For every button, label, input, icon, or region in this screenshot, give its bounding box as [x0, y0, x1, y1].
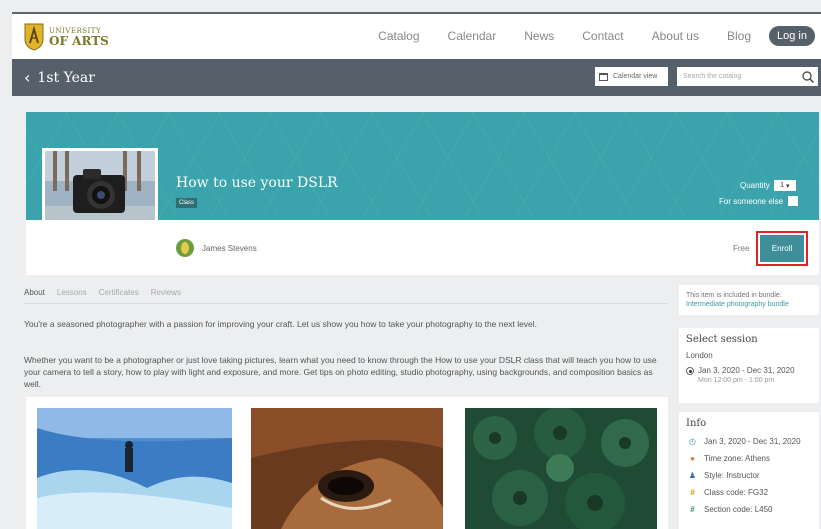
author-name: James Stevens — [202, 243, 257, 253]
nav-about-us[interactable]: About us — [652, 29, 699, 43]
course-info-bar — [26, 220, 819, 275]
course-title: How to use your DSLR — [176, 175, 338, 191]
session-radio[interactable] — [686, 367, 694, 375]
select-session-card: Select session London Jan 3, 2020 - Dec … — [679, 328, 819, 403]
session-time: Mon 12:00 pm - 1:00 pm — [698, 377, 775, 384]
nav-news[interactable]: News — [524, 29, 554, 43]
for-someone-else: For someone else — [719, 196, 799, 206]
info-card: Info ◴ Jan 3, 2020 - Dec 31, 2020 ● Time… — [679, 412, 819, 529]
enroll-button[interactable]: Enroll — [760, 235, 804, 262]
calendar-view-button[interactable]: Calendar view — [595, 67, 668, 86]
login-button[interactable]: Log in — [769, 26, 815, 46]
search-icon[interactable] — [800, 69, 816, 85]
price-label: Free — [733, 244, 750, 253]
session-city: London — [686, 351, 713, 360]
gallery-image-horse[interactable] — [251, 408, 443, 529]
session-option[interactable]: Jan 3, 2020 - Dec 31, 2020 — [686, 366, 812, 375]
info-timezone: Time zone: Athens — [704, 454, 770, 463]
tab-reviews[interactable]: Reviews — [151, 288, 181, 304]
bundle-text: This item is included in bundle: — [686, 292, 782, 299]
ice-cave-image — [37, 408, 232, 529]
university-logo[interactable]: UNIVERSITY OF ARTS — [24, 22, 109, 52]
quantity-select[interactable]: 1 ▾ — [773, 180, 796, 191]
info-section-code: Section code: L450 — [704, 505, 773, 514]
nav-blog[interactable]: Blog — [727, 29, 751, 43]
info-section-code-row: # Section code: L450 — [686, 505, 812, 514]
tab-about[interactable]: About — [24, 288, 45, 304]
info-date-row: ◴ Jan 3, 2020 - Dec 31, 2020 — [686, 437, 812, 446]
forest-aerial-image — [465, 408, 657, 529]
calendar-view-label: Calendar view — [613, 73, 658, 80]
nav-contact[interactable]: Contact — [582, 29, 623, 43]
about-paragraph-1: You're a seasoned photographer with a pa… — [24, 319, 538, 329]
back-link-label: 1st Year — [37, 69, 95, 86]
user-icon: ♟ — [688, 471, 697, 480]
info-title: Info — [686, 418, 707, 429]
for-someone-else-label: For someone else — [719, 196, 784, 206]
info-class-code: Class code: FG32 — [704, 488, 769, 497]
globe-icon: ● — [690, 454, 695, 463]
class-badge: Class — [176, 198, 198, 208]
chevron-left-icon: ‹ — [24, 68, 31, 87]
horse-eye-image — [251, 408, 443, 529]
logo-line-2: OF ARTS — [49, 33, 109, 48]
tab-certificates[interactable]: Certificates — [99, 288, 139, 304]
bundle-link[interactable]: Intermediate photography bundle — [686, 300, 812, 309]
nav-calendar[interactable]: Calendar — [448, 29, 497, 43]
hash-icon: # — [690, 488, 695, 497]
quantity-control: Quantity 1 ▾ — [740, 180, 796, 191]
course-tabs: About Lessons Certificates Reviews — [24, 288, 193, 304]
session-title: Select session — [686, 334, 758, 345]
author[interactable]: James Stevens — [176, 239, 257, 257]
shield-logo-icon — [24, 23, 44, 51]
camera-photo-icon — [45, 151, 155, 231]
tab-lessons[interactable]: Lessons — [57, 288, 87, 304]
calendar-icon — [599, 72, 608, 81]
nav-catalog[interactable]: Catalog — [378, 29, 419, 43]
back-link[interactable]: ‹ 1st Year — [24, 68, 95, 87]
info-timezone-row: ● Time zone: Athens — [686, 454, 812, 463]
tab-divider — [24, 303, 668, 304]
gallery-image-forest[interactable] — [465, 408, 657, 529]
session-date: Jan 3, 2020 - Dec 31, 2020 — [698, 366, 795, 375]
search-input[interactable]: Search the catalog — [683, 73, 800, 80]
clock-icon: ◴ — [689, 437, 696, 446]
sub-header-bar: ‹ 1st Year Calendar view Search the cata… — [12, 59, 821, 96]
info-date: Jan 3, 2020 - Dec 31, 2020 — [704, 437, 801, 446]
avatar — [176, 239, 194, 257]
info-style-row: ♟ Style: Instructor — [686, 471, 812, 480]
for-someone-else-checkbox[interactable] — [788, 196, 799, 206]
quantity-value: 1 — [780, 182, 785, 189]
gallery-image-ice[interactable] — [37, 408, 232, 529]
bundle-card: This item is included in bundle: Interme… — [679, 285, 819, 315]
quantity-label: Quantity — [740, 181, 770, 190]
top-navigation: UNIVERSITY OF ARTS Catalog Calendar News… — [12, 12, 821, 59]
search-bar[interactable]: Search the catalog — [677, 67, 818, 86]
info-style: Style: Instructor — [704, 471, 760, 480]
about-paragraph-2: Whether you want to be a photographer or… — [24, 355, 657, 389]
hash-icon: # — [690, 505, 695, 514]
info-class-code-row: # Class code: FG32 — [686, 488, 812, 497]
